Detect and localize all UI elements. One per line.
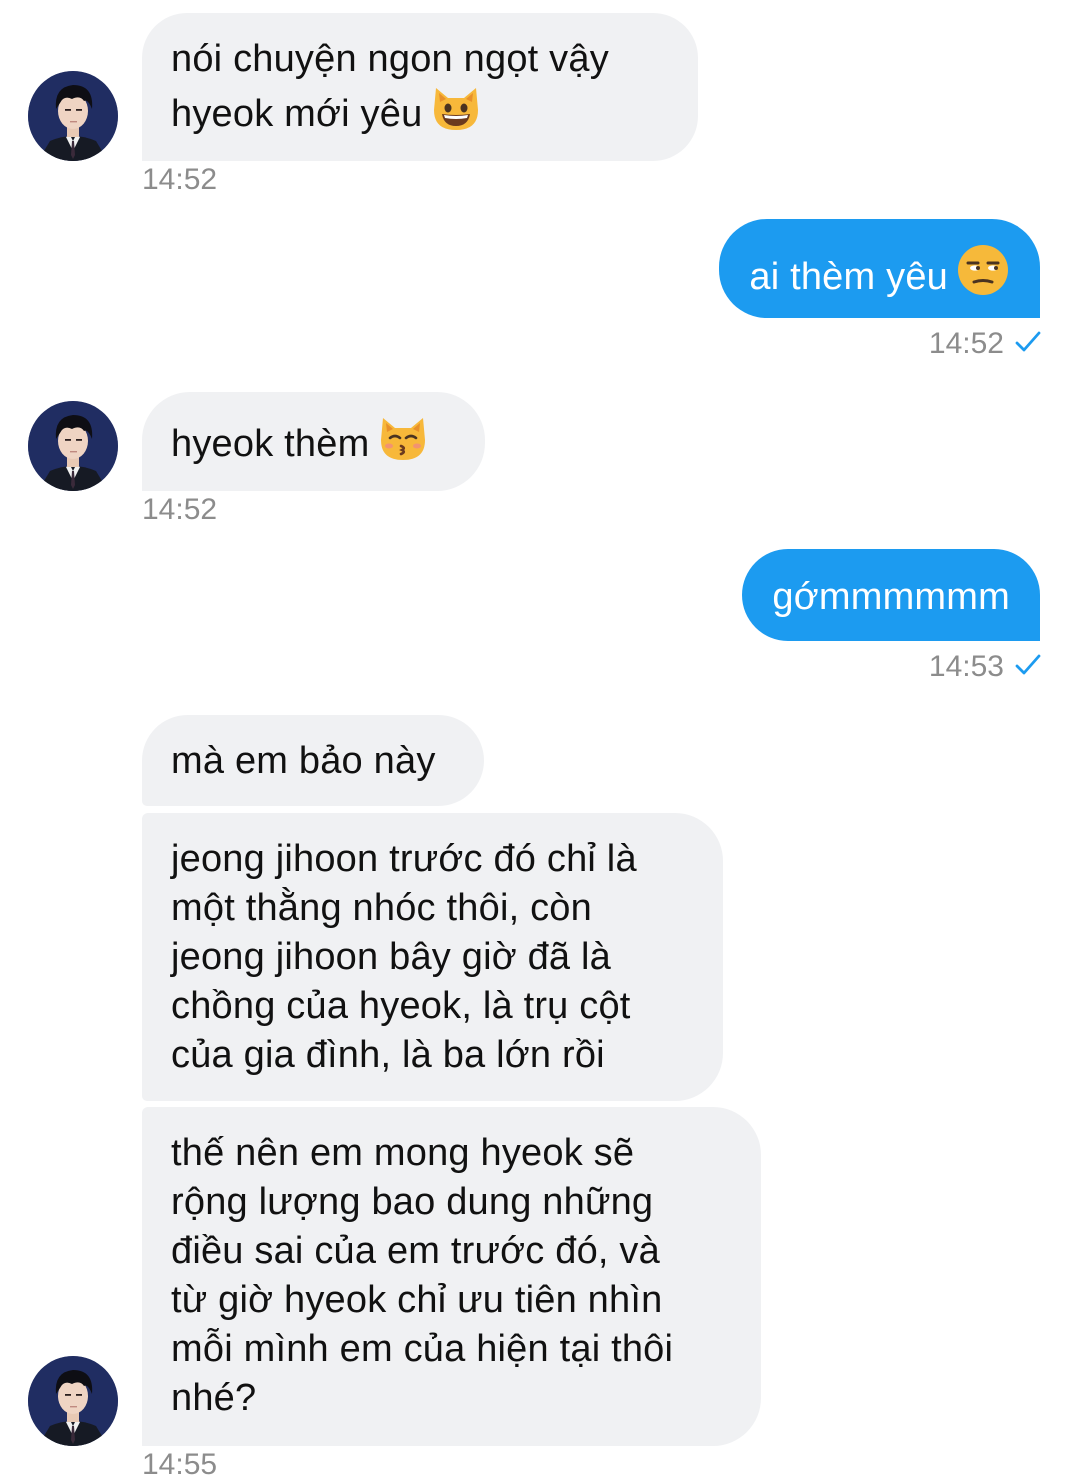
contact-avatar[interactable] bbox=[28, 1356, 118, 1446]
message-timestamp: 14:52 bbox=[142, 493, 218, 526]
message-meta: 14:53 bbox=[929, 650, 1042, 684]
outgoing-message-bubble[interactable]: gớmmmmmm bbox=[742, 549, 1040, 641]
message-text: hyeok thèm bbox=[171, 423, 370, 465]
incoming-message-bubble[interactable]: thế nên em mong hyeok sẽ rộng lượng bao … bbox=[142, 1107, 761, 1446]
incoming-message-bubble[interactable]: nói chuyện ngon ngọt vậy hyeok mới yêu bbox=[142, 13, 698, 161]
message-text: ai thèm yêu bbox=[749, 256, 948, 298]
incoming-message-bubble[interactable]: jeong jihoon trước đó chỉ là một thằng n… bbox=[142, 813, 723, 1101]
incoming-message-bubble[interactable]: mà em bảo này bbox=[142, 715, 484, 806]
incoming-message-bubble[interactable]: hyeok thèm bbox=[142, 392, 485, 491]
message-text: gớmmmmmm bbox=[772, 576, 1010, 618]
read-check-icon bbox=[1014, 330, 1042, 359]
contact-avatar[interactable] bbox=[28, 71, 118, 161]
message-timestamp: 14:55 bbox=[142, 1448, 218, 1481]
message-timestamp: 14:52 bbox=[142, 163, 218, 196]
unamused-face-icon bbox=[956, 243, 1010, 297]
message-timestamp: 14:53 bbox=[928, 650, 1004, 683]
read-check-icon bbox=[1014, 653, 1042, 682]
contact-avatar[interactable] bbox=[28, 401, 118, 491]
message-text: jeong jihoon trước đó chỉ là một thằng n… bbox=[171, 838, 637, 1076]
grinning-cat-icon bbox=[430, 84, 482, 134]
message-text: thế nên em mong hyeok sẽ rộng lượng bao … bbox=[171, 1132, 674, 1419]
kissing-cat-icon bbox=[377, 414, 429, 464]
message-meta: 14:52 bbox=[929, 327, 1042, 361]
message-text: mà em bảo này bbox=[171, 740, 436, 782]
message-timestamp: 14:52 bbox=[928, 327, 1004, 360]
outgoing-message-bubble[interactable]: ai thèm yêu bbox=[719, 219, 1040, 318]
message-text: nói chuyện ngon ngọt vậy hyeok mới yêu bbox=[171, 38, 609, 135]
